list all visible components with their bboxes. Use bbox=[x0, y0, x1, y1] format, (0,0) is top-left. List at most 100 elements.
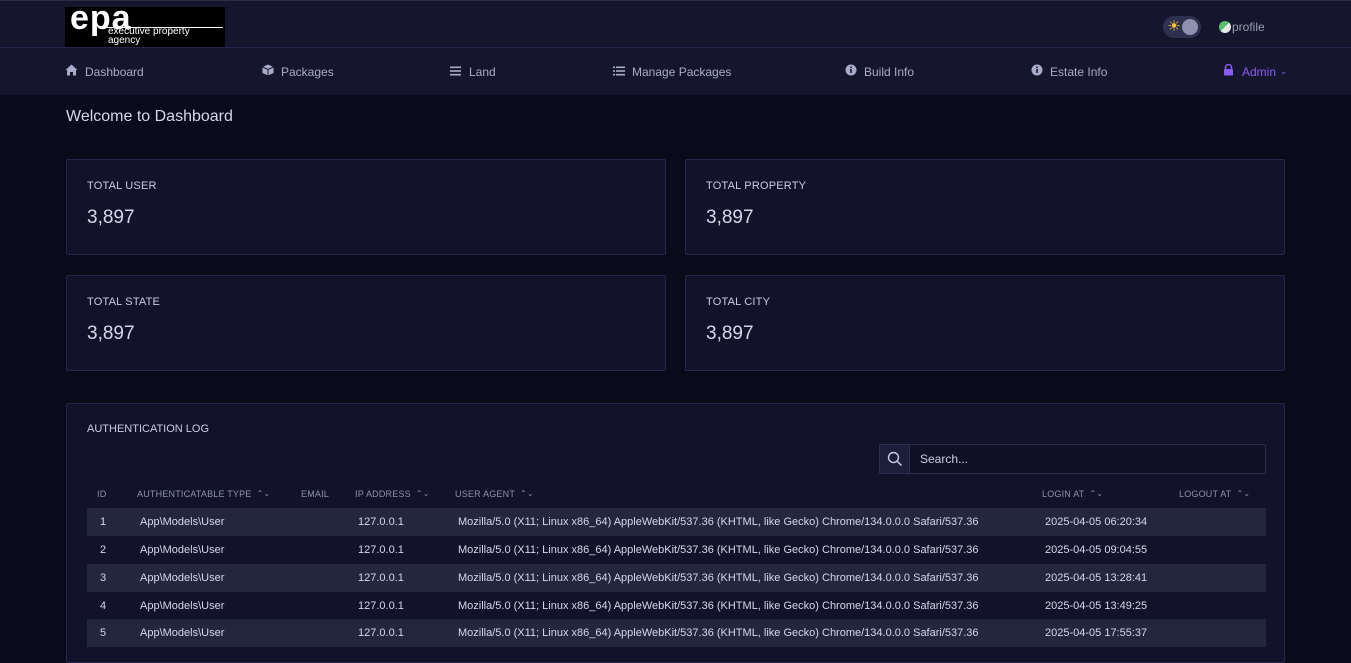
nav-build-info[interactable]: Build Info bbox=[844, 48, 914, 95]
table-row[interactable]: 1 App\Models\User 127.0.0.1 Mozilla/5.0 … bbox=[87, 508, 1266, 536]
profile-alt-text: profile bbox=[1232, 20, 1265, 34]
header-label: USER AGENT bbox=[455, 489, 516, 499]
theme-toggle[interactable]: ☀ bbox=[1163, 16, 1201, 38]
stat-value: 3,897 bbox=[87, 323, 135, 344]
cell-type: App\Models\User bbox=[140, 544, 225, 556]
cell-ip: 127.0.0.1 bbox=[358, 516, 404, 528]
nav-label: Estate Info bbox=[1050, 64, 1108, 79]
nav-label: Manage Packages bbox=[632, 64, 732, 79]
profile-avatar[interactable]: profile bbox=[1219, 20, 1265, 34]
cell-type: App\Models\User bbox=[140, 627, 225, 639]
nav-label: Packages bbox=[281, 64, 334, 79]
cell-login: 2025-04-05 13:28:41 bbox=[1045, 572, 1148, 584]
table-row[interactable]: 5 App\Models\User 127.0.0.1 Mozilla/5.0 … bbox=[87, 619, 1266, 647]
table-row[interactable]: 2 App\Models\User 127.0.0.1 Mozilla/5.0 … bbox=[87, 536, 1266, 564]
nav-dashboard[interactable]: Dashboard bbox=[65, 48, 144, 95]
table-row[interactable]: 3 App\Models\User 127.0.0.1 Mozilla/5.0 … bbox=[87, 564, 1266, 592]
stat-label: TOTAL USER bbox=[87, 180, 157, 192]
header-label: EMAIL bbox=[301, 489, 330, 499]
main-nav: Dashboard Packages Land Manage Packages … bbox=[0, 48, 1351, 95]
cell-ip: 127.0.0.1 bbox=[358, 600, 404, 612]
info-icon bbox=[1030, 64, 1043, 79]
header-label: LOGIN AT bbox=[1042, 489, 1085, 499]
nav-manage-packages[interactable]: Manage Packages bbox=[612, 48, 731, 95]
sort-icon: ⌃⌄ bbox=[520, 489, 534, 498]
header-label: LOGOUT AT bbox=[1179, 489, 1232, 499]
nav-label: Build Info bbox=[864, 64, 915, 79]
cell-ip: 127.0.0.1 bbox=[358, 627, 404, 639]
cell-login: 2025-04-05 09:04:55 bbox=[1045, 544, 1148, 556]
column-header-logout[interactable]: LOGOUT AT ⌃⌄ bbox=[1179, 489, 1250, 499]
cell-agent: Mozilla/5.0 (X11; Linux x86_64) AppleWeb… bbox=[458, 600, 979, 612]
column-header-type[interactable]: AUTHENTICATABLE TYPE ⌃⌄ bbox=[137, 489, 270, 499]
top-bar: epa executive property agency ☀ profile bbox=[0, 0, 1351, 48]
search-input[interactable] bbox=[911, 445, 1265, 473]
nav-packages[interactable]: Packages bbox=[261, 48, 334, 95]
nav-land[interactable]: Land bbox=[449, 48, 496, 95]
log-title: AUTHENTICATION LOG bbox=[87, 423, 210, 435]
cell-id: 2 bbox=[100, 544, 107, 556]
cell-agent: Mozilla/5.0 (X11; Linux x86_64) AppleWeb… bbox=[458, 516, 979, 528]
table-row[interactable]: 4 App\Models\User 127.0.0.1 Mozilla/5.0 … bbox=[87, 592, 1266, 620]
stat-card-total-state: TOTAL STATE 3,897 bbox=[66, 275, 666, 371]
cell-agent: Mozilla/5.0 (X11; Linux x86_64) AppleWeb… bbox=[458, 572, 979, 584]
column-header-login[interactable]: LOGIN AT ⌃⌄ bbox=[1042, 489, 1103, 499]
menu-icon bbox=[449, 65, 462, 79]
header-label: AUTHENTICATABLE TYPE bbox=[137, 489, 252, 499]
brand-logo[interactable]: epa executive property agency bbox=[65, 1, 225, 47]
cell-login: 2025-04-05 13:49:25 bbox=[1045, 600, 1148, 612]
cell-type: App\Models\User bbox=[140, 572, 225, 584]
sort-icon: ⌃⌄ bbox=[415, 489, 430, 498]
sort-icon: ⌃⌄ bbox=[1089, 489, 1104, 498]
home-icon bbox=[65, 64, 78, 79]
stat-value: 3,897 bbox=[706, 207, 754, 228]
list-icon bbox=[612, 65, 625, 79]
avatar-icon bbox=[1219, 21, 1231, 33]
sun-icon: ☀ bbox=[1167, 18, 1181, 35]
cell-id: 3 bbox=[100, 572, 107, 584]
info-icon bbox=[844, 64, 857, 79]
stat-value: 3,897 bbox=[87, 207, 135, 228]
stat-card-total-property: TOTAL PROPERTY 3,897 bbox=[685, 159, 1285, 255]
stat-label: TOTAL CITY bbox=[706, 296, 771, 308]
search-box bbox=[879, 444, 1266, 474]
stat-card-total-city: TOTAL CITY 3,897 bbox=[685, 275, 1285, 371]
logo-subtext: executive property agency bbox=[108, 26, 190, 46]
search-button[interactable] bbox=[880, 445, 910, 473]
nav-label: Dashboard bbox=[85, 64, 144, 79]
stat-label: TOTAL PROPERTY bbox=[706, 180, 807, 192]
cell-type: App\Models\User bbox=[140, 516, 225, 528]
stat-value: 3,897 bbox=[706, 323, 754, 344]
column-header-ip[interactable]: IP ADDRESS ⌃⌄ bbox=[355, 489, 430, 499]
cell-login: 2025-04-05 17:55:37 bbox=[1045, 627, 1148, 639]
nav-estate-info[interactable]: Estate Info bbox=[1030, 48, 1107, 95]
cell-id: 4 bbox=[100, 600, 107, 612]
sort-icon: ⌃⌄ bbox=[256, 489, 271, 498]
nav-label: Land bbox=[469, 64, 496, 79]
search-icon bbox=[887, 451, 902, 466]
cell-id: 1 bbox=[100, 516, 107, 528]
column-header-email[interactable]: EMAIL bbox=[301, 489, 329, 499]
stat-label: TOTAL STATE bbox=[87, 296, 161, 308]
cell-ip: 127.0.0.1 bbox=[358, 572, 404, 584]
sort-icon: ⌃⌄ bbox=[1236, 489, 1251, 498]
authentication-log-card: AUTHENTICATION LOG ID AUTHENTICATABLE TY… bbox=[66, 403, 1285, 663]
cell-id: 5 bbox=[100, 627, 107, 639]
stat-card-total-user: TOTAL USER 3,897 bbox=[66, 159, 666, 255]
header-label: IP ADDRESS bbox=[355, 489, 411, 499]
toggle-knob bbox=[1182, 19, 1198, 35]
chevron-down-icon: ⌄ bbox=[1280, 66, 1288, 76]
nav-admin-dropdown[interactable]: Admin ⌄ bbox=[1222, 48, 1288, 95]
cell-login: 2025-04-05 06:20:34 bbox=[1045, 516, 1148, 528]
cell-ip: 127.0.0.1 bbox=[358, 544, 404, 556]
page-title: Welcome to Dashboard bbox=[66, 108, 233, 125]
lock-icon bbox=[1222, 63, 1235, 79]
cell-type: App\Models\User bbox=[140, 600, 225, 612]
nav-label: Admin bbox=[1242, 64, 1277, 79]
column-header-agent[interactable]: USER AGENT ⌃⌄ bbox=[455, 489, 534, 499]
cell-agent: Mozilla/5.0 (X11; Linux x86_64) AppleWeb… bbox=[458, 544, 979, 556]
header-label: ID bbox=[97, 489, 107, 499]
box-icon bbox=[261, 64, 274, 79]
cell-agent: Mozilla/5.0 (X11; Linux x86_64) AppleWeb… bbox=[458, 627, 979, 639]
column-header-id[interactable]: ID bbox=[97, 489, 106, 499]
